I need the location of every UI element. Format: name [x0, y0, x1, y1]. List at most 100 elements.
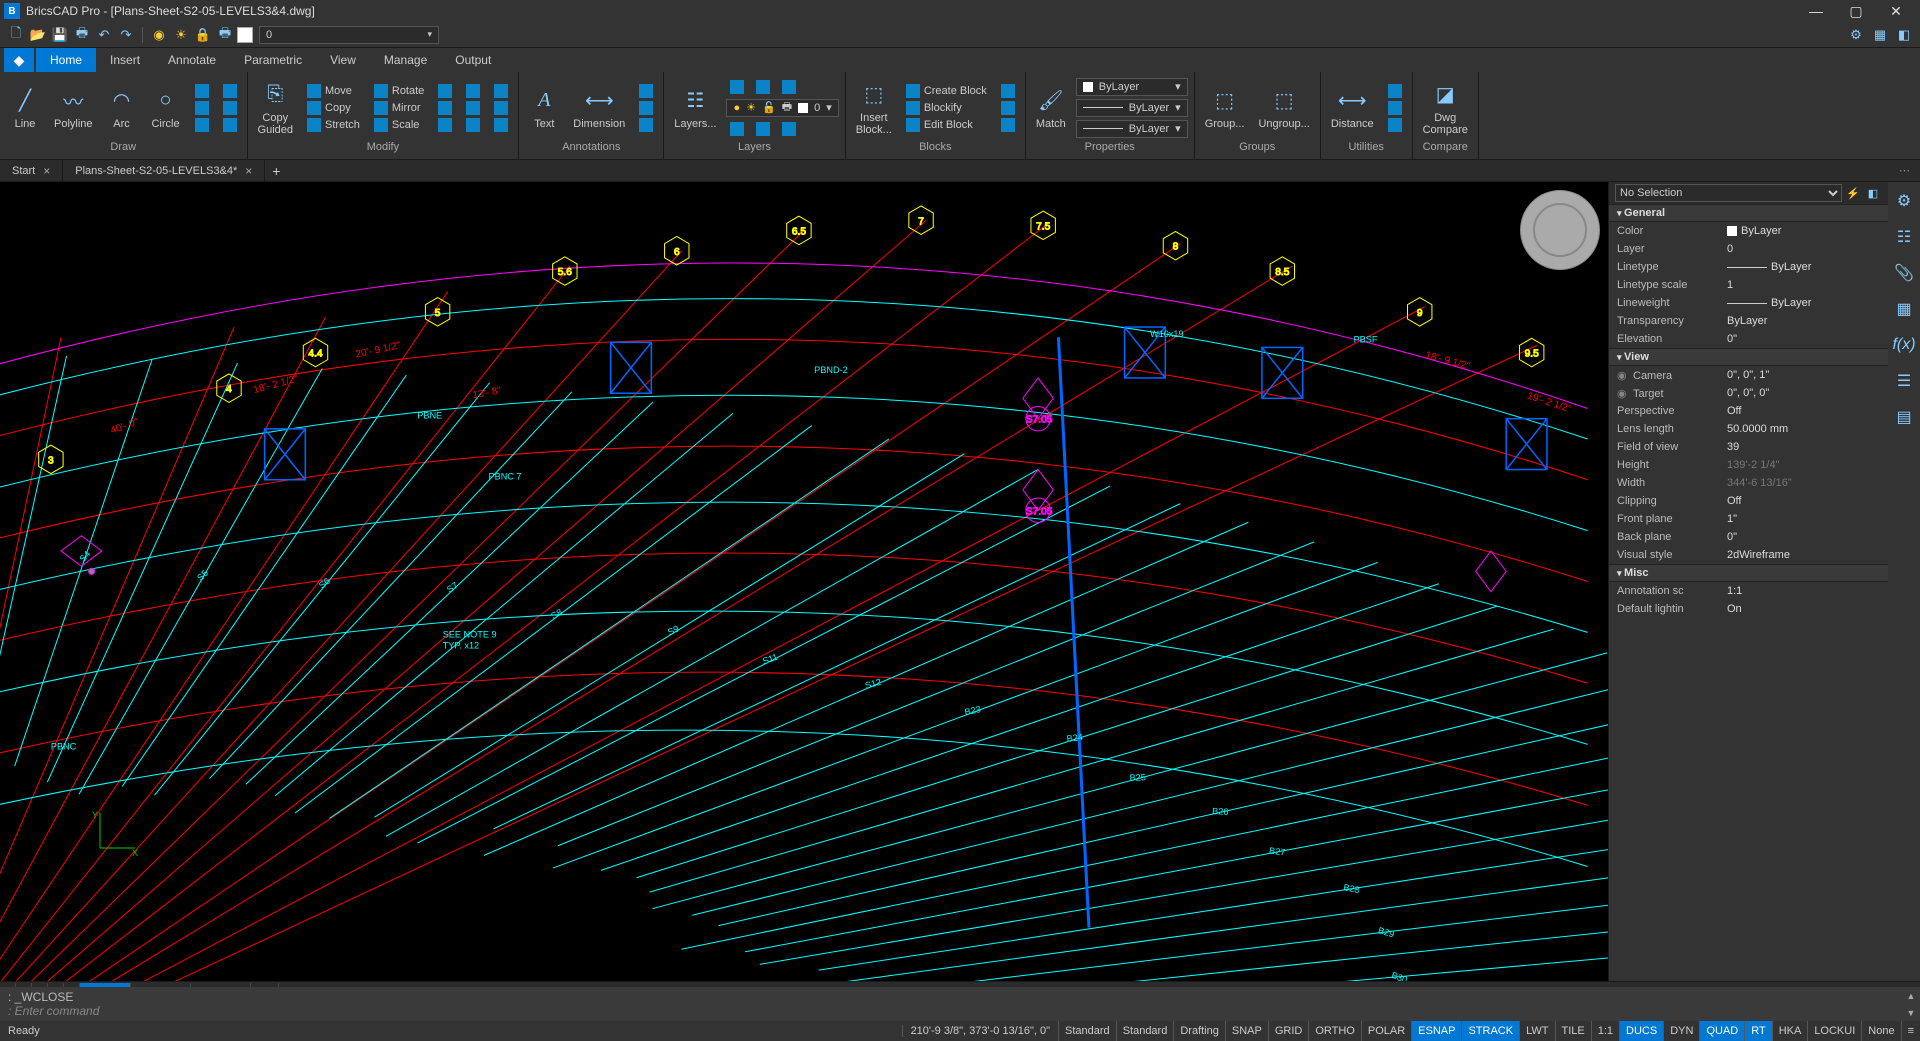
group-button[interactable]: ⬚Group...: [1201, 84, 1249, 132]
structure-icon[interactable]: ▦: [1893, 298, 1915, 320]
layer-tool-icon[interactable]: [726, 121, 748, 137]
overflow-icon[interactable]: ⋯: [1889, 164, 1920, 177]
tab-insert[interactable]: Insert: [96, 48, 154, 72]
property-row[interactable]: TransparencyByLayer: [1609, 312, 1888, 330]
scroll-up-icon[interactable]: ▲: [1902, 987, 1920, 1004]
toggle-grid[interactable]: GRID: [1268, 1021, 1309, 1041]
layer-tool-icon[interactable]: [752, 79, 774, 95]
scroll-down-icon[interactable]: ▼: [1902, 1004, 1920, 1021]
property-row[interactable]: ◉Camera0", 0", 1": [1609, 366, 1888, 384]
toggle-polar[interactable]: POLAR: [1361, 1021, 1411, 1041]
pickadd-icon[interactable]: ◧: [1864, 184, 1882, 202]
layers-panel-icon[interactable]: ☷: [1893, 226, 1915, 248]
toggle-lockui[interactable]: LOCKUI: [1807, 1021, 1861, 1041]
layer-plot-icon[interactable]: 🖶: [215, 25, 235, 45]
dimension-button[interactable]: ⟷Dimension: [569, 84, 629, 132]
toggle-ducs[interactable]: DUCS: [1619, 1021, 1663, 1041]
region-button[interactable]: [219, 117, 241, 133]
property-row[interactable]: Linetype scale1: [1609, 276, 1888, 294]
lineweight-combo[interactable]: ByLayer: [1076, 120, 1188, 138]
blockify-button[interactable]: Blockify: [902, 100, 991, 116]
property-row[interactable]: PerspectiveOff: [1609, 402, 1888, 420]
property-row[interactable]: Elevation0": [1609, 330, 1888, 348]
app-menu-button[interactable]: ◆: [4, 48, 34, 72]
array-button[interactable]: [434, 117, 456, 133]
rotate-button[interactable]: Rotate: [370, 83, 428, 99]
close-button[interactable]: ✕: [1876, 0, 1916, 22]
edit-block-button[interactable]: Edit Block: [902, 117, 991, 133]
tab-start[interactable]: Start×: [0, 160, 63, 182]
distance-button[interactable]: ⟷Distance: [1327, 84, 1378, 132]
quickselect-icon[interactable]: ⚡: [1844, 184, 1862, 202]
chamfer-button[interactable]: [490, 100, 512, 116]
toggle-none[interactable]: None: [1861, 1021, 1900, 1041]
point-button[interactable]: [191, 117, 213, 133]
attachments-icon[interactable]: 📎: [1893, 262, 1915, 284]
block-tool-button[interactable]: [997, 100, 1019, 116]
layer-on-icon[interactable]: ☀: [171, 25, 191, 45]
selection-dropdown[interactable]: No Selection: [1615, 184, 1842, 202]
toggle-1:1[interactable]: 1:1: [1591, 1021, 1619, 1041]
toggle-rt[interactable]: RT: [1744, 1021, 1771, 1041]
move-button[interactable]: Move: [303, 83, 364, 99]
property-row[interactable]: Back plane0": [1609, 528, 1888, 546]
sheets-icon[interactable]: ☰: [1893, 370, 1915, 392]
arc-button[interactable]: ◠Arc: [103, 84, 141, 132]
offset-button[interactable]: [462, 117, 484, 133]
linetype-combo[interactable]: ByLayer: [1076, 99, 1188, 117]
property-group-misc[interactable]: Misc: [1609, 564, 1888, 582]
block-tool-button[interactable]: [997, 117, 1019, 133]
insert-block-button[interactable]: ⬚Insert Block...: [852, 78, 896, 138]
close-icon[interactable]: ×: [245, 164, 252, 178]
drawing-viewport[interactable]: .g-red{stroke:#f00;fill:none} .g-cyan{st…: [0, 182, 1608, 981]
save-icon[interactable]: 💾: [50, 25, 70, 45]
tiles-icon[interactable]: ▤: [1893, 406, 1915, 428]
tool-icon[interactable]: ▦: [1870, 25, 1890, 45]
tab-home[interactable]: Home: [36, 48, 96, 72]
mirror-button[interactable]: Mirror: [370, 100, 428, 116]
property-row[interactable]: Lens length50.0000 mm: [1609, 420, 1888, 438]
util-button[interactable]: [1384, 83, 1406, 99]
layer-tool-icon[interactable]: [778, 121, 800, 137]
scale-button[interactable]: Scale: [370, 117, 428, 133]
property-row[interactable]: Layer0: [1609, 240, 1888, 258]
dwg-compare-button[interactable]: ◪Dwg Compare: [1419, 78, 1472, 138]
redo-icon[interactable]: ↷: [116, 25, 136, 45]
color-combo[interactable]: ByLayer: [1076, 78, 1188, 96]
layer-color-swatch[interactable]: [237, 27, 253, 43]
util-button[interactable]: [1384, 117, 1406, 133]
layer-tool-icon[interactable]: [752, 121, 774, 137]
util-button[interactable]: [1384, 100, 1406, 116]
layer-lock-icon[interactable]: 🔒: [193, 25, 213, 45]
erase-button[interactable]: [462, 83, 484, 99]
extend-button[interactable]: [490, 83, 512, 99]
layer-tool-icon[interactable]: [726, 79, 748, 95]
property-row[interactable]: Visual style2dWireframe: [1609, 546, 1888, 564]
hatch-button[interactable]: [191, 100, 213, 116]
tab-manage[interactable]: Manage: [370, 48, 441, 72]
line-button[interactable]: ╱Line: [6, 84, 44, 132]
toggle-tile[interactable]: TILE: [1555, 1021, 1591, 1041]
explode-button[interactable]: [462, 100, 484, 116]
close-icon[interactable]: ×: [43, 164, 50, 178]
toggle-lwt[interactable]: LWT: [1519, 1021, 1554, 1041]
align-button[interactable]: [490, 117, 512, 133]
create-block-button[interactable]: Create Block: [902, 83, 991, 99]
property-group-general[interactable]: General: [1609, 204, 1888, 222]
print-icon[interactable]: 🖶: [72, 25, 92, 45]
spline-button[interactable]: [219, 83, 241, 99]
command-line[interactable]: : _WCLOSE : Enter command: [0, 987, 1902, 1021]
fillet-button[interactable]: [434, 100, 456, 116]
toggle-strack[interactable]: STRACK: [1461, 1021, 1519, 1041]
ungroup-button[interactable]: ⬚Ungroup...: [1254, 84, 1313, 132]
annoset-chip[interactable]: Drafting: [1173, 1021, 1225, 1041]
rect-button[interactable]: [191, 83, 213, 99]
tool-icon[interactable]: ⚙: [1846, 25, 1866, 45]
layers-button[interactable]: ☷Layers...: [670, 84, 720, 132]
property-row[interactable]: ClippingOff: [1609, 492, 1888, 510]
dimstyle-chip[interactable]: Standard: [1116, 1021, 1174, 1041]
toggle-hka[interactable]: HKA: [1772, 1021, 1808, 1041]
layer-combo[interactable]: ●☀🔓🖶 0: [726, 99, 838, 117]
layer-iso-icon[interactable]: ◉: [149, 25, 169, 45]
property-row[interactable]: Width344'-6 13/16": [1609, 474, 1888, 492]
